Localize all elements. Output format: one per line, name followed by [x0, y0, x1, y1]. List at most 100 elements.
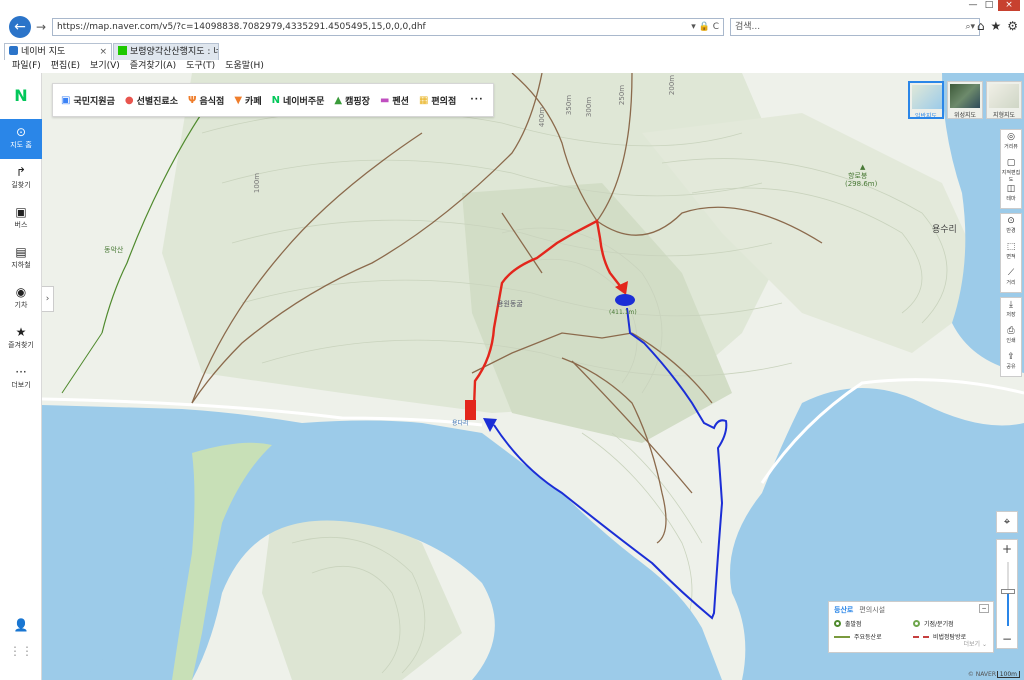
category-label: 음식점	[199, 96, 225, 107]
maptype-normal-button[interactable]: 일반지도	[908, 81, 944, 120]
tab-bar: 네이버 지도 × 보령양각산산행지도 : 네이버 ...	[0, 42, 1024, 60]
area-button[interactable]: ⬚ 면적	[1001, 240, 1021, 266]
menu-bar: 파일(F) 편집(E) 보기(V) 즐겨찾기(A) 도구(T) 도움말(H)	[0, 60, 1024, 73]
village-label: 용수리	[932, 225, 957, 235]
satellite-map-thumb	[950, 84, 980, 108]
minimize-button[interactable]: —	[966, 0, 980, 11]
legend-tab-facilities[interactable]: 편의시설	[859, 605, 885, 615]
theme-button[interactable]: ◫ 테마	[1001, 182, 1021, 208]
sidebar-item-train[interactable]: ◉ 기차	[0, 279, 42, 319]
cave-label: 용원동굴	[497, 300, 523, 308]
window-titlebar: — □ ×	[0, 0, 1024, 12]
print-icon: ⎙	[1007, 326, 1015, 336]
menu-view[interactable]: 보기(V)	[90, 60, 120, 73]
radius-button[interactable]: ⊙ 반경	[1001, 214, 1021, 240]
sidebar-item-more[interactable]: ··· 더보기	[0, 359, 42, 399]
category-camping[interactable]: ▲ 캠핑장	[334, 94, 370, 107]
tab-label: 보령양각산산행지도 : 네이버 ...	[130, 47, 218, 57]
scale-bar: 100m	[996, 671, 1020, 678]
save-button[interactable]: ⤓ 저장	[1001, 298, 1021, 324]
store-icon: ▦	[418, 94, 429, 106]
back-button[interactable]: ←	[9, 16, 31, 38]
west-mountain-label: 동악산	[104, 246, 124, 254]
sidebar-collapse-button[interactable]: ›	[42, 286, 54, 312]
category-pension[interactable]: ▬ 펜션	[380, 94, 409, 107]
menu-tools[interactable]: 도구(T)	[186, 60, 215, 73]
category-convenience[interactable]: ▦ 편의점	[419, 94, 456, 107]
category-cafe[interactable]: ▼ 카페	[234, 94, 261, 107]
download-icon: ⤓	[1009, 300, 1013, 310]
street-view-button[interactable]: ◎ 거리뷰	[1001, 130, 1021, 156]
close-tab-icon[interactable]: ×	[99, 44, 107, 60]
sidebar-item-map-home[interactable]: ⊙ 지도 홈	[0, 119, 42, 159]
window-controls: — □ ×	[966, 0, 1020, 11]
category-support-fund[interactable]: ▣ 국민지원금	[61, 94, 115, 107]
naver-sidebar: N ⊙ 지도 홈 ↱ 길찾기 ▣ 버스 ▤ 지하철 ◉ 기차 ★ 즐겨찾기 ··…	[0, 73, 42, 680]
more-icon: ···	[15, 365, 27, 379]
sidebar-bottom: 👤 ⋮⋮	[0, 618, 42, 670]
apps-icon[interactable]: ⋮⋮	[0, 644, 42, 670]
maximize-button[interactable]: □	[982, 0, 996, 11]
print-button[interactable]: ⎙ 인쇄	[1001, 324, 1021, 350]
address-bar[interactable]: https://map.naver.com/v5/?c=14098838.708…	[52, 18, 724, 36]
contour-label: 400m	[538, 106, 547, 128]
bed-icon: ▬	[379, 94, 390, 106]
user-icon[interactable]: 👤	[0, 618, 42, 644]
forward-button[interactable]: →	[33, 19, 49, 35]
bus-icon: ▣	[15, 205, 27, 219]
category-label: 펜션	[392, 96, 409, 107]
category-naver-order[interactable]: N 네이버주문	[272, 94, 325, 107]
sidebar-item-bus[interactable]: ▣ 버스	[0, 199, 42, 239]
legend-tab-trails[interactable]: 등산로	[834, 605, 853, 615]
menu-help[interactable]: 도움말(H)	[225, 60, 264, 73]
tab-boryeong-map[interactable]: 보령양각산산행지도 : 네이버 ...	[113, 43, 219, 60]
star-icon[interactable]: ★	[990, 19, 1001, 33]
legend-collapse-button[interactable]: −	[979, 604, 989, 613]
distance-button[interactable]: ⟋ 거리	[1001, 266, 1021, 292]
tab-naver-map[interactable]: 네이버 지도 ×	[4, 43, 112, 60]
maptype-satellite-button[interactable]: 위성지도	[947, 81, 983, 119]
pin-icon: ●	[124, 94, 134, 106]
sidebar-item-directions[interactable]: ↱ 길찾기	[0, 159, 42, 199]
cadastral-button[interactable]: ▢ 지적편집도	[1001, 156, 1021, 183]
category-screening-clinic[interactable]: ● 선별진료소	[125, 94, 178, 107]
close-window-button[interactable]: ×	[998, 0, 1020, 11]
peak-hyangrobong-elev: (298.6m)	[845, 180, 878, 188]
theme-icon: ◫	[1006, 184, 1016, 194]
menu-favorites[interactable]: 즐겨찾기(A)	[130, 60, 176, 73]
browser-search-input[interactable]: 검색... ⌕▾	[730, 18, 980, 36]
cup-icon: ▼	[234, 94, 243, 106]
zoom-in-button[interactable]: +	[997, 540, 1017, 558]
home-icon[interactable]: ⌂	[977, 19, 985, 33]
zoom-slider-handle[interactable]	[1001, 588, 1015, 594]
fork-icon: Ψ	[188, 94, 197, 106]
category-label: 네이버주문	[282, 96, 325, 107]
search-icon[interactable]: ⌕▾	[965, 19, 975, 35]
start-icon	[834, 620, 841, 627]
legend-more-button[interactable]: 더보기 ⌄	[964, 639, 988, 648]
menu-edit[interactable]: 편집(E)	[51, 60, 80, 73]
maptype-terrain-button[interactable]: 지형지도	[986, 81, 1022, 119]
address-tools[interactable]: ▾ 🔒 C	[691, 19, 719, 35]
category-more-button[interactable]: ···	[470, 95, 483, 105]
subway-icon: ▤	[15, 245, 27, 259]
my-location-button[interactable]: ⌖	[996, 511, 1018, 533]
naver-logo[interactable]: N	[0, 73, 42, 119]
zoom-fill	[1007, 590, 1009, 626]
contour-label: 350m	[565, 94, 574, 116]
sidebar-item-subway[interactable]: ▤ 지하철	[0, 239, 42, 279]
gear-icon[interactable]: ⚙	[1007, 19, 1018, 33]
category-restaurant[interactable]: Ψ 음식점	[188, 94, 224, 107]
browser-navbar: ← → https://map.naver.com/v5/?c=14098838…	[0, 12, 1024, 42]
zoom-out-button[interactable]: −	[997, 630, 1017, 648]
trail-legend: 등산로 편의시설 − 출발점 기점/분기점 주요등산로 비법정탐방로 더보기 ⌄	[828, 601, 994, 653]
share-button[interactable]: ⇪ 공유	[1001, 350, 1021, 376]
peak-hyangrobong-icon[interactable]: ▲	[860, 163, 865, 171]
sidebar-item-label: 길찾기	[11, 181, 31, 189]
naver-icon: N	[271, 94, 280, 106]
map-canvas[interactable]: ▲ 향로봉 (298.6m) 용수리 동악산 용원동굴 (411.1m) 용다리…	[42, 73, 1024, 680]
sidebar-item-favorites[interactable]: ★ 즐겨찾기	[0, 319, 42, 359]
menu-file[interactable]: 파일(F)	[12, 60, 41, 73]
maptype-label: 위성지도	[953, 112, 977, 119]
wallet-icon: ▣	[61, 94, 71, 106]
